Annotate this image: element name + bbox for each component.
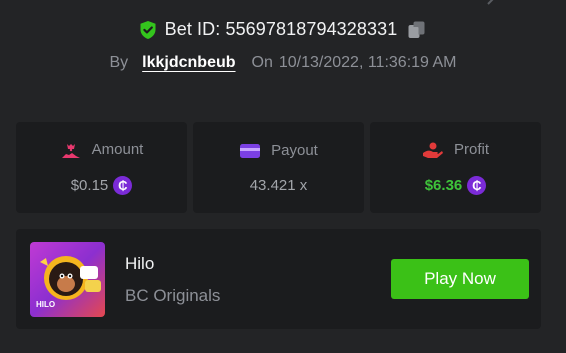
game-thumbnail[interactable]: HILO [30,242,105,317]
bet-id: Bet ID: 55697818794328331 [164,19,398,39]
amount-label: Amount [91,141,144,158]
profit-value: $6.36 [424,176,463,194]
username-link[interactable]: lkkjdcnbeub [142,54,235,72]
profit-label: Profit [453,141,489,158]
on-label: On [251,54,273,71]
play-now-button[interactable]: Play Now [391,259,529,299]
profit-card: Profit $6.36 ₵ [370,122,541,213]
expand-icon[interactable] [486,0,500,6]
by-label: By [109,54,129,71]
bet-meta: By lkkjdcnbeub On 10/13/2022, 11:36:19 A… [0,54,566,72]
copy-icon[interactable] [407,20,427,40]
amount-value: $0.15 [70,176,109,194]
shield-check-icon [140,20,156,39]
bc-coin-icon: ₵ [467,175,487,195]
bet-datetime: 10/13/2022, 11:36:19 AM [278,54,457,71]
stats-row: Amount $0.15 ₵ Payout 43.421 x Profit $6… [16,122,541,213]
thumbnail-label: HILO [36,300,56,309]
money-bag-icon [61,143,80,158]
bc-coin-icon: ₵ [113,175,133,195]
payout-label: Payout [271,142,318,159]
game-name: Hilo [125,254,155,273]
card-icon [240,143,261,158]
bet-header: Bet ID: 55697818794328331 [0,19,566,40]
amount-card: Amount $0.15 ₵ [16,122,187,213]
hand-coin-icon [422,142,443,158]
payout-value: 43.421 x [249,176,308,194]
game-card: HILO Hilo BC Originals Play Now [16,229,541,329]
game-provider: BC Originals [125,286,221,305]
payout-card: Payout 43.421 x [193,122,364,213]
